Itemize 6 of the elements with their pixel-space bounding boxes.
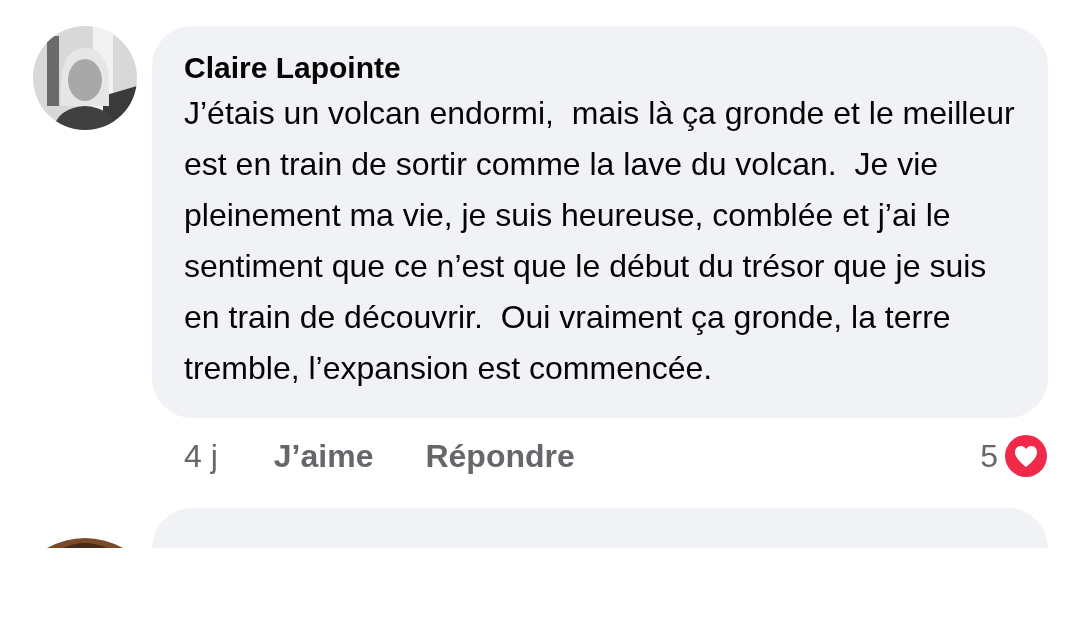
comment-text: J’étais un volcan endormi, mais là ça gronde et le meilleur est en train de sortir comme la lave du volcan. Je vie pleinement ma vie, je suis heureuse, comblée et j’ai le sentiment que ce n’est que le début du trésor que je suis en train de découvrir. Oui vraiment ça gronde, la terre tremble, l’expansion est commencée. xyxy=(184,94,1016,388)
reply-button[interactable]: Répondre xyxy=(425,437,575,475)
like-button[interactable]: J’aime xyxy=(273,437,374,475)
reaction-count: 5 xyxy=(980,437,998,475)
timestamp: 4 j xyxy=(184,437,218,475)
author-name[interactable]: Claire Lapointe xyxy=(184,48,1018,88)
